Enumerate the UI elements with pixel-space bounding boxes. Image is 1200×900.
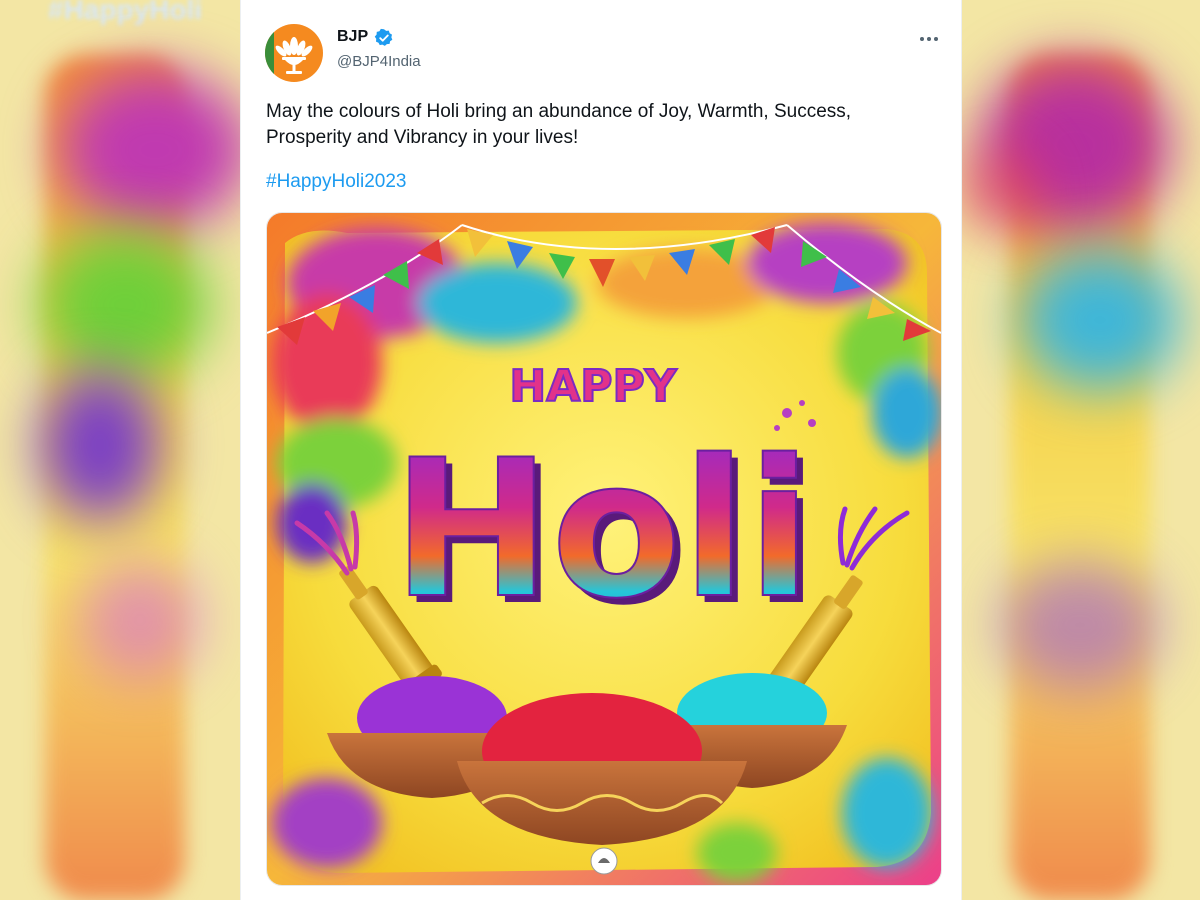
happy-greeting-text: HAPPY [509,361,677,412]
background-hashtag-ghost: #HappyHoli [48,0,203,25]
background-blob [60,70,250,230]
tweet-media-image[interactable]: HAPPY Holi Holi [266,212,942,886]
verified-badge-icon [374,28,393,46]
display-name[interactable]: BJP [337,28,368,46]
more-horizontal-icon [920,37,938,41]
avatar[interactable] [265,24,323,82]
avatar-flag-stripe [265,24,274,82]
holi-greeting-artwork: HAPPY Holi Holi [267,213,941,885]
background-blob [1000,560,1160,690]
holi-greeting-text: Holi [392,419,812,640]
handle[interactable]: @BJP4India [337,53,421,70]
tweet-text: May the colours of Holi bring an abundan… [266,101,852,148]
background-blob [960,150,1040,230]
tweet-card: BJP @BJP4India May the colours of Holi b… [240,0,962,900]
background-blob [40,230,210,380]
hashtag-link[interactable]: #HappyHoli2023 [266,171,407,193]
background-blob [40,370,160,520]
background-blob [1020,250,1180,390]
background-blob [80,560,200,680]
more-options-button[interactable] [917,27,941,51]
